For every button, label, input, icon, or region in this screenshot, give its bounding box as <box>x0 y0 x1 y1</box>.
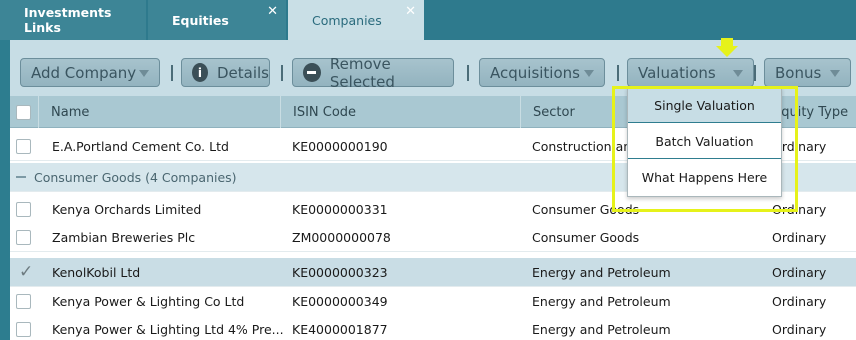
cell-name: Kenya Orchards Limited <box>52 202 202 217</box>
tab-label: Companies <box>312 12 382 28</box>
cell-name: Zambian Breweries Plc <box>52 230 196 245</box>
button-label: Details <box>216 63 269 82</box>
tab-label: Equities <box>172 12 229 28</box>
toolbar-divider <box>754 65 756 81</box>
cell-sector: Energy and Petroleum <box>532 322 671 337</box>
remove-selected-button[interactable]: Remove Selected <box>292 55 454 91</box>
cell-sector: Energy and Petroleum <box>532 294 671 309</box>
info-icon: i <box>192 63 208 82</box>
cell-isin: KE0000000190 <box>292 139 388 154</box>
button-label: Acquisitions <box>490 63 580 82</box>
button-label: Add Company <box>31 63 137 82</box>
chevron-down-icon <box>830 70 840 77</box>
button-label: Valuations <box>638 63 716 82</box>
valuations-button[interactable]: Valuations <box>627 58 754 87</box>
button-label: Remove Selected <box>329 54 395 91</box>
chevron-down-icon <box>733 70 743 77</box>
cell-name: Kenya Power & Lighting Co Ltd <box>52 294 245 309</box>
row-checkbox[interactable] <box>16 139 31 154</box>
row-checkbox[interactable] <box>16 322 31 337</box>
acquisitions-button[interactable]: Acquisitions <box>479 58 605 87</box>
close-icon[interactable]: ✕ <box>267 4 278 19</box>
table-row[interactable]: Kenya Power & Lighting Ltd 4% Pre... KE4… <box>10 315 856 340</box>
collapse-icon[interactable] <box>16 176 26 178</box>
group-label: Consumer Goods (4 Companies) <box>34 170 237 185</box>
button-label: Bonus <box>775 63 822 82</box>
companies-panel: Add Company i Details Remove Selected Acq… <box>10 38 856 340</box>
cell-equity-type: Ordinary <box>772 230 827 245</box>
toolbar-divider <box>467 65 469 81</box>
bonus-button[interactable]: Bonus <box>764 58 851 87</box>
cell-name: Kenya Power & Lighting Ltd 4% Pre... <box>52 322 284 337</box>
column-header-isin[interactable]: ISIN Code <box>280 96 520 128</box>
tab-investments-links[interactable]: Investments Links <box>0 0 146 40</box>
cell-name: E.A.Portland Cement Co. Ltd <box>52 139 229 154</box>
minus-circle-icon <box>303 63 321 82</box>
tab-label: Investments Links <box>24 5 112 35</box>
toolbar-divider <box>617 65 619 81</box>
cell-isin: KE0000000323 <box>292 265 388 280</box>
cell-isin: ZM0000000078 <box>292 230 391 245</box>
cell-name: KenolKobil Ltd <box>52 265 141 280</box>
select-all-checkbox[interactable] <box>16 105 31 120</box>
cell-equity-type: Ordinary <box>772 294 827 309</box>
cell-isin: KE0000000349 <box>292 294 388 309</box>
tab-equities[interactable]: Equities ✕ <box>148 0 286 40</box>
pointer-arrow-icon <box>716 38 738 58</box>
checkmark-icon[interactable]: ✓ <box>19 262 33 282</box>
toolbar-divider <box>171 65 173 81</box>
cell-sector: Energy and Petroleum <box>532 265 671 280</box>
table-row[interactable]: Kenya Power & Lighting Co Ltd KE00000003… <box>10 287 856 316</box>
toolbar-divider <box>281 65 283 81</box>
cell-isin: KE0000000331 <box>292 202 388 217</box>
cell-equity-type: Ordinary <box>772 322 827 337</box>
table-row-selected[interactable]: ✓ KenolKobil Ltd KE0000000323 Energy and… <box>10 258 856 287</box>
cell-isin: KE4000001877 <box>292 322 388 337</box>
chevron-down-icon <box>139 70 149 77</box>
tab-bar: Investments Links Equities ✕ Companies ✕ <box>0 0 856 40</box>
table-row[interactable]: Zambian Breweries Plc ZM0000000078 Consu… <box>10 223 856 252</box>
column-header-name[interactable]: Name <box>38 96 280 128</box>
close-icon[interactable]: ✕ <box>405 4 416 19</box>
row-checkbox[interactable] <box>16 202 31 217</box>
cell-equity-type: Ordinary <box>772 265 827 280</box>
row-checkbox[interactable] <box>16 230 31 245</box>
details-button[interactable]: i Details <box>181 58 270 87</box>
add-company-button[interactable]: Add Company <box>20 58 160 87</box>
chevron-down-icon <box>584 70 594 77</box>
highlight-box <box>612 86 798 212</box>
row-checkbox[interactable] <box>16 294 31 309</box>
cell-sector: Consumer Goods <box>532 230 640 245</box>
tab-companies[interactable]: Companies ✕ <box>288 0 424 40</box>
